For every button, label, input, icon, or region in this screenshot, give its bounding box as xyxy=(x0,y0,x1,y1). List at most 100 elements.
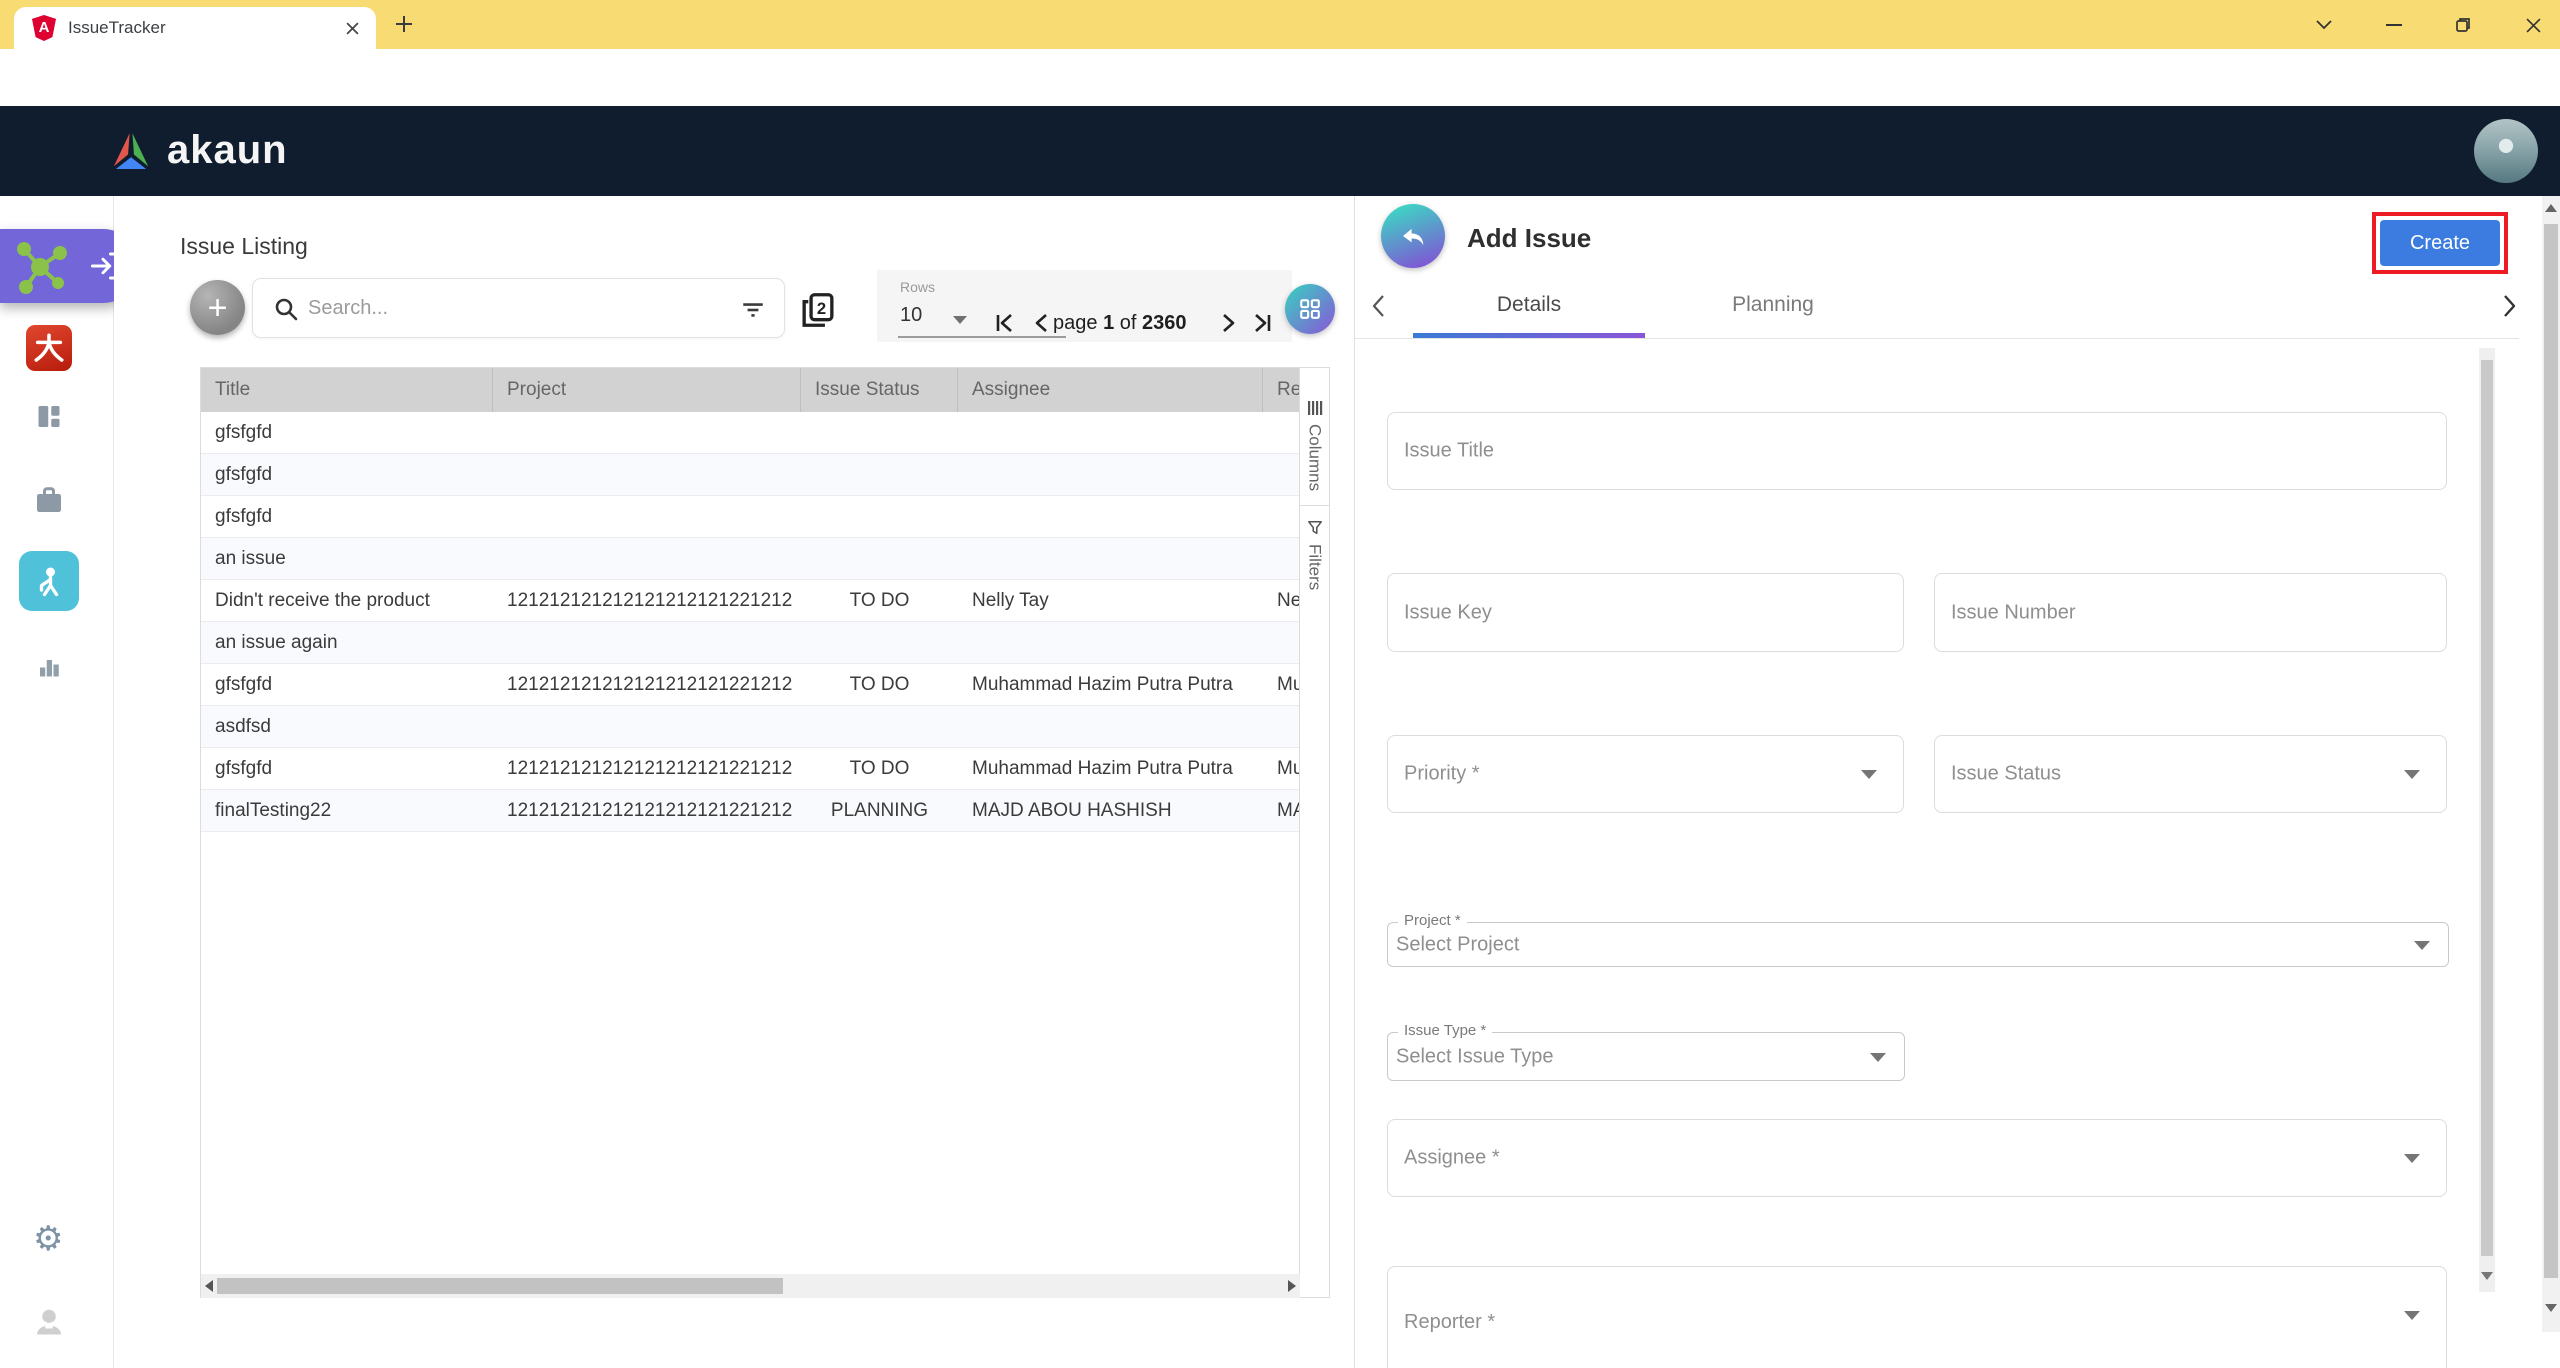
tabs-scroll-left-icon[interactable] xyxy=(1367,292,1391,320)
issue-key-field[interactable]: Issue Key xyxy=(1387,573,1904,652)
reporter-select[interactable]: Reporter * xyxy=(1387,1266,2447,1368)
tabs-divider xyxy=(1355,338,2519,339)
table-horizontal-scrollbar[interactable] xyxy=(201,1274,1300,1298)
table-header: Title Project Issue Status Assignee Re xyxy=(201,368,1301,412)
cell-status xyxy=(801,706,958,748)
priority-placeholder: Priority * xyxy=(1404,763,1480,786)
sidebar-item-reports[interactable] xyxy=(31,648,67,684)
back-button[interactable] xyxy=(1381,204,1445,268)
form-scrollbar[interactable] xyxy=(2479,348,2495,1292)
next-page-button[interactable] xyxy=(1215,310,1241,336)
grid-icon xyxy=(1295,294,1325,324)
column-header-reporter[interactable]: Re xyxy=(1263,368,1301,412)
create-button[interactable]: Create xyxy=(2380,220,2500,266)
rows-caret-icon[interactable] xyxy=(953,316,967,324)
page-scroll-thumb[interactable] xyxy=(2544,224,2558,1278)
grid-view-button[interactable] xyxy=(1285,284,1335,334)
user-avatar[interactable] xyxy=(2474,119,2538,183)
angular-favicon-icon: A xyxy=(32,15,56,41)
first-page-button[interactable] xyxy=(992,310,1018,336)
scroll-left-arrow-icon[interactable] xyxy=(205,1280,213,1292)
priority-select[interactable]: Priority * xyxy=(1387,735,1904,813)
window-close-icon[interactable] xyxy=(2520,12,2546,38)
tab-details[interactable]: Details xyxy=(1411,293,1647,317)
issue-number-field[interactable]: Issue Number xyxy=(1934,573,2447,652)
table-row[interactable]: gfsfgfd xyxy=(201,412,1301,454)
page-title: Issue Listing xyxy=(180,233,308,260)
sidebar-profile-icon[interactable] xyxy=(31,1303,67,1339)
window-chevron-icon[interactable] xyxy=(2311,12,2337,38)
table-row[interactable]: gfsfgfd121212121212121212121221212TO DOM… xyxy=(201,748,1301,790)
rows-per-page-label: Rows xyxy=(900,279,935,295)
tab-planning[interactable]: Planning xyxy=(1655,293,1891,317)
search-input[interactable] xyxy=(308,279,688,337)
filters-funnel-icon[interactable] xyxy=(1307,520,1323,536)
new-tab-button[interactable] xyxy=(392,12,416,36)
sidebar-item-briefcase[interactable] xyxy=(31,482,67,518)
table-row[interactable]: finalTesting2212121212121212121212122121… xyxy=(201,790,1301,832)
horizontal-scroll-thumb[interactable] xyxy=(217,1278,783,1294)
sidebar-item-dashboard[interactable] xyxy=(31,400,67,436)
last-page-button[interactable] xyxy=(1249,310,1275,336)
issue-status-select[interactable]: Issue Status xyxy=(1934,735,2447,813)
tab-close-icon[interactable] xyxy=(342,18,362,38)
rows-per-page-value[interactable]: 10 xyxy=(900,304,922,327)
rail-tab-columns[interactable]: Columns xyxy=(1305,424,1325,491)
duplicate-view-icon[interactable]: 2 xyxy=(800,290,836,330)
issue-title-field[interactable]: Issue Title xyxy=(1387,412,2447,490)
cell-project: 121212121212121212121221212 xyxy=(493,748,801,790)
cell-title: an issue again xyxy=(201,622,493,664)
browser-tab-strip: A IssueTracker xyxy=(0,0,2560,49)
table-row[interactable]: gfsfgfd121212121212121212121221212TO DOM… xyxy=(201,664,1301,706)
table-row[interactable]: Didn't receive the product12121212121212… xyxy=(201,580,1301,622)
cell-title: gfsfgfd xyxy=(201,748,493,790)
columns-icon[interactable] xyxy=(1307,400,1323,416)
page-scrollbar[interactable] xyxy=(2542,196,2560,1332)
scroll-right-arrow-icon[interactable] xyxy=(1288,1280,1296,1292)
cell-status: TO DO xyxy=(801,664,958,706)
sidebar-item-issue-tracker[interactable] xyxy=(19,551,79,611)
search-icon xyxy=(273,296,299,322)
cell-assignee: Nelly Tay xyxy=(958,580,1263,622)
page-scroll-down-icon[interactable] xyxy=(2545,1304,2557,1312)
cell-status: TO DO xyxy=(801,748,958,790)
table-row[interactable]: gfsfgfd xyxy=(201,454,1301,496)
window-restore-icon[interactable] xyxy=(2450,12,2476,38)
form-scroll-down-icon[interactable] xyxy=(2481,1272,2493,1280)
issue-type-value: Select Issue Type xyxy=(1396,1045,1554,1068)
rail-divider xyxy=(1300,505,1329,506)
table-row[interactable]: an issue xyxy=(201,538,1301,580)
table-row[interactable]: an issue again xyxy=(201,622,1301,664)
prev-page-button[interactable] xyxy=(1029,310,1055,336)
assignee-select[interactable]: Assignee * xyxy=(1387,1119,2447,1197)
column-header-project[interactable]: Project xyxy=(493,368,801,412)
rail-tab-filters[interactable]: Filters xyxy=(1305,544,1325,590)
column-header-assignee[interactable]: Assignee xyxy=(958,368,1263,412)
cell-title: gfsfgfd xyxy=(201,412,493,454)
column-header-issue-status[interactable]: Issue Status xyxy=(801,368,958,412)
issue-key-placeholder: Issue Key xyxy=(1404,601,1492,624)
brand-text: akaun xyxy=(167,128,288,173)
column-header-title[interactable]: Title xyxy=(201,368,493,412)
sidebar-item-bigledger[interactable] xyxy=(26,325,72,371)
akaun-triangle-icon xyxy=(105,125,157,175)
filter-list-icon[interactable] xyxy=(740,297,766,323)
issue-type-select[interactable]: Issue Type * Select Issue Type xyxy=(1387,1032,1905,1081)
form-scroll-thumb[interactable] xyxy=(2481,360,2493,1256)
window-minimize-icon[interactable] xyxy=(2381,12,2407,38)
add-issue-plus-button[interactable]: + xyxy=(190,280,245,335)
tabs-scroll-right-icon[interactable] xyxy=(2497,292,2521,320)
browser-tab[interactable]: A IssueTracker xyxy=(14,7,376,49)
cell-status xyxy=(801,412,958,454)
sidebar-settings-gear-icon[interactable]: ⚙ xyxy=(33,1222,63,1256)
page-scroll-up-icon[interactable] xyxy=(2545,204,2557,212)
table-row[interactable]: asdfsd xyxy=(201,706,1301,748)
of-word: of xyxy=(1120,312,1137,334)
cell-reporter: Mu xyxy=(1263,664,1301,706)
cell-project: 121212121212121212121221212 xyxy=(493,790,801,832)
table-row[interactable]: gfsfgfd xyxy=(201,496,1301,538)
search-box xyxy=(252,278,785,338)
project-select[interactable]: Project * Select Project xyxy=(1387,922,2449,967)
cell-reporter xyxy=(1263,454,1301,496)
back-arrow-icon xyxy=(1396,219,1430,253)
